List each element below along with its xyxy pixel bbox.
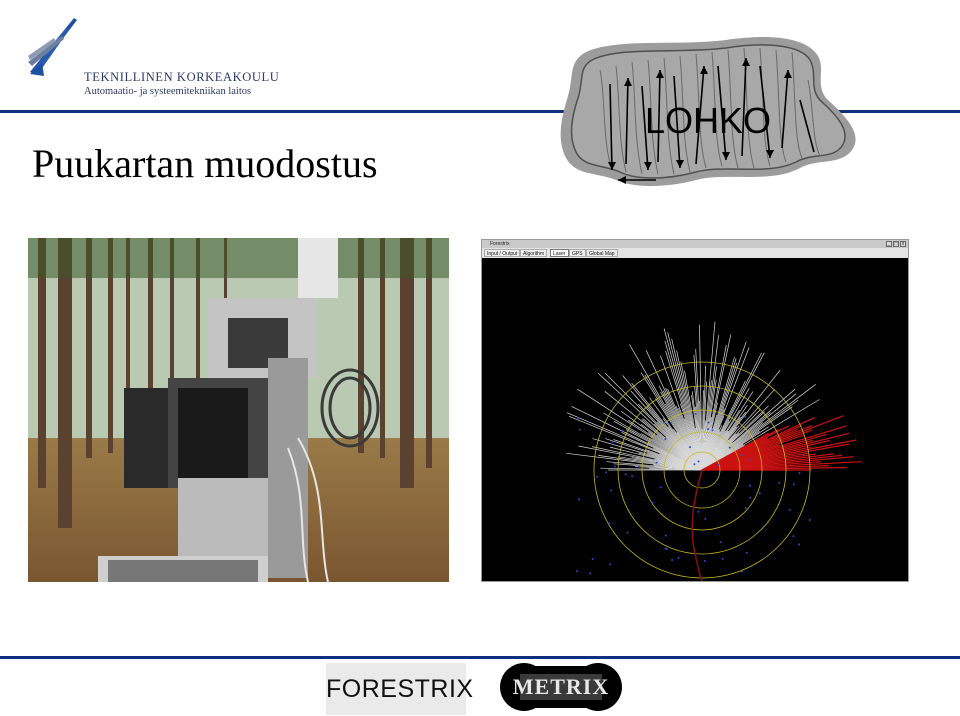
tree-point — [694, 413, 697, 415]
tree-point — [577, 417, 580, 420]
metrix-logo-text: METRIX — [512, 674, 610, 699]
tree-point — [663, 421, 666, 424]
tree-point — [788, 508, 791, 511]
forestrix-logo: FORESTRIX — [326, 663, 474, 715]
tree-point — [611, 441, 614, 443]
tree-point — [719, 541, 722, 544]
app-title: Forestrix — [490, 241, 510, 247]
tree-point — [621, 429, 624, 432]
laser-scan-app-window: Forestrix _ □ x Input / Output Algorithm… — [481, 239, 909, 582]
tree-point — [798, 543, 800, 546]
maximize-button[interactable]: □ — [893, 241, 899, 247]
tree-point — [748, 458, 751, 461]
tree-point — [578, 428, 581, 431]
tree-point — [717, 463, 720, 466]
tree-point — [802, 453, 805, 456]
tree-point — [693, 463, 696, 466]
tree-point — [703, 560, 706, 562]
tree-point — [624, 473, 627, 476]
tree-point — [792, 535, 795, 538]
tree-point — [728, 446, 731, 449]
tree-point — [707, 428, 710, 431]
tree-point — [610, 489, 613, 492]
stand-map-label: LOHKO — [645, 100, 772, 141]
vehicle-track — [691, 469, 703, 581]
tree-point — [631, 475, 634, 478]
tab-input-output[interactable]: Input / Output — [484, 249, 521, 257]
tree-point — [655, 461, 658, 464]
laser-rays — [566, 321, 861, 471]
footer-divider — [0, 656, 960, 659]
tree-point — [608, 522, 610, 525]
tree-point — [626, 531, 629, 534]
tab-algorithm[interactable]: Algorithm — [520, 249, 548, 257]
wing-logo-icon — [28, 18, 77, 76]
tree-point — [758, 492, 761, 495]
tree-point — [589, 572, 592, 575]
app-tab-bar: Input / Output Algorithm Laser GPS Globa… — [482, 248, 908, 258]
tree-point — [576, 570, 579, 573]
close-button[interactable]: x — [900, 241, 906, 247]
tree-point — [711, 429, 714, 432]
department-name: Automaatio- ja systeemitekniikan laitos — [84, 86, 252, 97]
tab-global-map[interactable]: Global Map — [586, 249, 618, 257]
metrix-logo: METRIX — [500, 660, 622, 714]
tree-point — [664, 547, 667, 550]
tree-point — [749, 484, 751, 487]
minimize-button[interactable]: _ — [886, 241, 892, 247]
tree-point — [707, 421, 710, 424]
tree-point — [704, 517, 707, 520]
app-titlebar[interactable]: Forestrix _ □ x — [482, 240, 908, 248]
tree-point — [651, 501, 654, 504]
tree-point — [741, 570, 744, 573]
forestrix-logo-text: FORESTRIX — [326, 675, 474, 703]
field-robot-photo — [28, 238, 449, 582]
tree-point — [744, 415, 747, 418]
tree-point — [745, 551, 748, 554]
tree-point — [613, 465, 616, 468]
institution-name: TEKNILLINEN KORKEAKOULU — [84, 70, 280, 84]
tree-point — [591, 558, 594, 560]
tree-point — [749, 496, 752, 499]
tree-point — [669, 421, 672, 424]
tree-point — [808, 519, 811, 521]
tree-point — [721, 557, 724, 560]
tree-point — [697, 510, 700, 513]
tree-point — [664, 534, 667, 537]
tree-point — [689, 446, 692, 449]
tree-point — [659, 486, 662, 489]
tree-point — [577, 498, 580, 501]
tree-point — [792, 483, 795, 486]
tree-point — [609, 563, 612, 566]
laser-scan-canvas[interactable] — [482, 258, 908, 581]
tab-laser[interactable]: Laser — [550, 249, 569, 257]
tree-point — [740, 454, 743, 456]
tree-point — [798, 472, 801, 474]
tree-point — [605, 471, 607, 474]
tree-point — [671, 559, 674, 561]
tree-point — [697, 460, 700, 463]
tree-point — [677, 557, 680, 559]
tab-gps[interactable]: GPS — [569, 249, 586, 257]
tree-point — [596, 475, 599, 478]
slide-title: Puukartan muodostus — [32, 141, 378, 186]
tree-point — [664, 438, 667, 441]
tree-point — [744, 507, 747, 509]
tree-point — [638, 465, 640, 468]
tree-point — [778, 482, 781, 484]
